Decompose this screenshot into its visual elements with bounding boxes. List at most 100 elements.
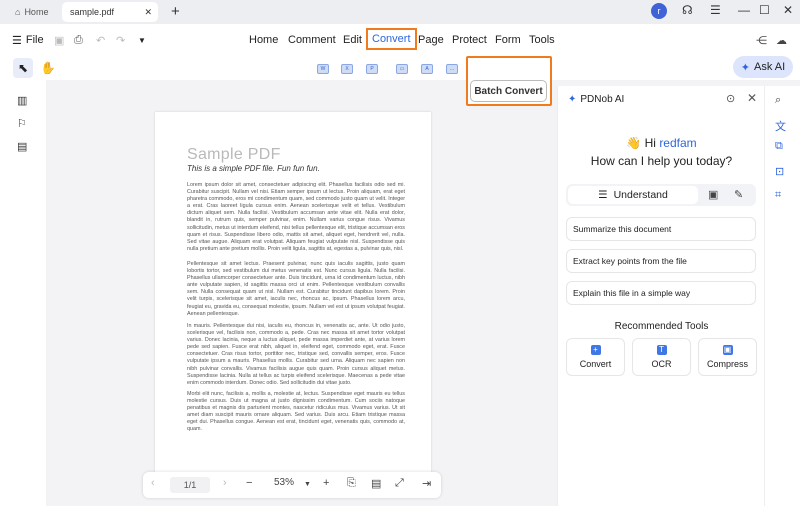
menu-page[interactable]: Page — [418, 34, 444, 46]
next-page-icon[interactable]: › — [223, 477, 227, 489]
prompt-explain[interactable]: Explain this file in a simple way — [566, 281, 756, 305]
greeting: 👋 Hi redfam — [558, 136, 765, 150]
menu-icon[interactable]: ☰ — [710, 3, 721, 17]
understand-label: Understand — [613, 189, 668, 201]
settings-icon[interactable]: ⊙ — [726, 92, 735, 105]
redo-icon[interactable]: ↷ — [116, 34, 125, 47]
greeting-text: Hi — [644, 136, 656, 150]
zoom-level[interactable]: 53% — [274, 477, 294, 488]
understand-mode-button[interactable]: ☰ Understand — [568, 186, 698, 204]
convert-more-icon[interactable]: … — [446, 64, 458, 74]
tool-ocr[interactable]: T OCR — [632, 338, 691, 376]
menu-edit[interactable]: Edit — [343, 34, 362, 46]
select-tool-icon[interactable]: ⬉ — [13, 58, 33, 78]
convert-to-text-icon[interactable]: A — [421, 64, 433, 74]
bookmark-icon[interactable]: ⚐ — [17, 117, 27, 130]
file-menu-label: File — [25, 34, 44, 46]
convert-to-image-icon[interactable]: ▭ — [396, 64, 408, 74]
close-tab-icon[interactable]: ✕ — [144, 7, 152, 18]
ask-ai-button[interactable]: ✦ Ask AI — [733, 56, 793, 78]
document-paragraph: Lorem ipsum dolor sit amet, consectetuer… — [187, 182, 405, 252]
convert-to-word-icon[interactable]: W — [317, 64, 329, 74]
crop-icon[interactable]: ⌗ — [775, 189, 781, 202]
avatar[interactable]: r — [651, 3, 667, 19]
tool-compress-label: Compress — [706, 359, 748, 369]
menu-protect[interactable]: Protect — [452, 34, 487, 46]
home-tab-label: Home — [24, 7, 49, 17]
document-tab-label: sample.pdf — [70, 7, 115, 17]
maximize-button[interactable]: ☐ — [759, 3, 770, 17]
tool-convert-label: Convert — [579, 359, 612, 369]
page-settings-icon[interactable]: ⎘ — [347, 477, 356, 490]
wave-icon: 👋 — [626, 136, 642, 150]
save-icon[interactable]: ▣ — [54, 34, 64, 47]
ai-panel-title: PDNob AI — [580, 94, 625, 105]
page-navigation-bar: ‹ 1/1 › − 53% ▼ + ⎘ ▤ ⤢ ⇥ — [143, 472, 441, 498]
compare-icon[interactable]: ⧉ — [775, 140, 783, 153]
document-subtitle: This is a simple PDF file. Fun fun fun. — [187, 164, 320, 173]
close-window-button[interactable]: ✕ — [783, 3, 793, 17]
menu-convert[interactable]: Convert — [366, 28, 417, 50]
document-paragraph: Pellentesque sit amet lectus. Praesent p… — [187, 261, 405, 317]
ocr-scan-icon[interactable]: ⊡ — [775, 165, 784, 178]
zoom-dropdown-icon[interactable]: ▼ — [304, 481, 311, 488]
recommended-tools-title: Recommended Tools — [614, 321, 709, 332]
convert-to-excel-icon[interactable]: X — [341, 64, 353, 74]
add-tab-button[interactable]: + — [171, 3, 180, 20]
home-tab[interactable]: ⌂ Home — [9, 2, 56, 22]
write-mode-icon[interactable]: ✎ — [734, 188, 743, 201]
pdnob-logo-icon: ✦ — [568, 94, 577, 105]
document-title: Sample PDF — [187, 146, 281, 163]
file-menu[interactable]: ☰ File — [12, 34, 44, 47]
headset-icon[interactable]: ☊ — [682, 3, 693, 17]
translate-icon[interactable]: 文 — [775, 118, 786, 134]
minimize-button[interactable]: — — [738, 3, 750, 17]
ai-panel: ✦ PDNob AI ⊙ ✕ 👋 Hi redfam How can I hel… — [557, 86, 764, 506]
right-tool-strip: ⌕ 文 ⧉ ⊡ ⌗ — [764, 86, 800, 506]
chat-mode-icon[interactable]: ▣ — [708, 188, 718, 201]
prompt-summarize[interactable]: Summarize this document — [566, 217, 756, 241]
hand-tool-icon[interactable]: ✋ — [38, 58, 58, 78]
ask-ai-label: Ask AI — [754, 61, 786, 73]
menu-bar: ☰ File ▣ ⎙ ↶ ↷ ▼ Home Comment Edit Conve… — [0, 24, 800, 56]
ai-sparkle-icon: ✦ — [740, 61, 751, 74]
title-bar: ⌂ Home sample.pdf ✕ + r ☊ ☰ — ☐ ✕ — [0, 0, 800, 24]
menu-tools[interactable]: Tools — [529, 34, 555, 46]
help-question: How can I help you today? — [590, 154, 733, 168]
comments-icon[interactable]: ▤ — [17, 140, 27, 153]
prompt-key-points[interactable]: Extract key points from the file — [566, 249, 756, 273]
close-panel-icon[interactable]: ✕ — [747, 91, 757, 105]
tool-compress[interactable]: ▣ Compress — [698, 338, 757, 376]
menu-form[interactable]: Form — [495, 34, 521, 46]
home-icon: ⌂ — [15, 7, 21, 17]
zoom-in-button[interactable]: + — [323, 477, 329, 489]
cloud-upload-icon[interactable]: ☁ — [776, 34, 787, 47]
exit-icon[interactable]: ⇥ — [422, 477, 431, 490]
convert-icon: + — [590, 345, 601, 355]
document-tab[interactable]: sample.pdf ✕ — [62, 2, 158, 22]
page-number-input[interactable]: 1/1 — [170, 477, 210, 493]
menu-comment[interactable]: Comment — [288, 34, 336, 46]
chevron-down-icon[interactable]: ▼ — [138, 36, 146, 45]
thumbnails-icon[interactable]: ▥ — [17, 94, 27, 107]
fullscreen-icon[interactable]: ⤢ — [395, 477, 404, 490]
menu-home[interactable]: Home — [249, 34, 278, 46]
undo-icon[interactable]: ↶ — [96, 34, 105, 47]
mode-selector: ☰ Understand ▣ ✎ — [566, 184, 756, 206]
compress-icon: ▣ — [722, 345, 733, 355]
document-paragraph: Morbi elit nunc, facilisis a, mollis a, … — [187, 391, 405, 433]
hamburger-icon: ☰ — [12, 35, 22, 47]
search-icon[interactable]: ⌕ — [775, 94, 781, 107]
tool-convert[interactable]: + Convert — [566, 338, 625, 376]
prev-page-icon[interactable]: ‹ — [151, 477, 155, 489]
convert-to-ppt-icon[interactable]: P — [366, 64, 378, 74]
share-icon[interactable]: ⋲ — [756, 34, 767, 47]
print-icon[interactable]: ⎙ — [74, 34, 83, 47]
batch-convert-button[interactable]: Batch Convert — [470, 80, 547, 102]
list-icon: ☰ — [598, 189, 608, 201]
zoom-out-button[interactable]: − — [246, 477, 252, 489]
toolbar: ⬉ ✋ W X P ▭ A … ⧉ — [0, 56, 800, 80]
user-name: redfam — [659, 136, 697, 150]
ai-panel-header: ✦ PDNob AI — [568, 94, 624, 105]
fit-page-icon[interactable]: ▤ — [371, 477, 381, 490]
